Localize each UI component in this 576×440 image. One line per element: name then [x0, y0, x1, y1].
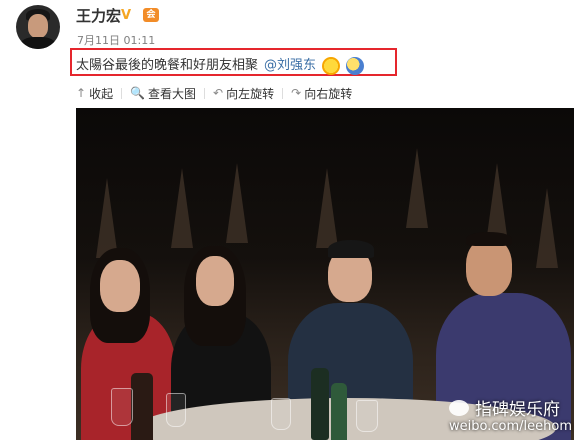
- rotate-right-icon: ↷: [291, 86, 302, 100]
- avatar-suit: [20, 37, 56, 49]
- divider: [121, 87, 123, 99]
- water-bottle: [311, 368, 329, 440]
- divider: [204, 87, 206, 99]
- collapse-label: 收起: [89, 86, 114, 101]
- rotate-left-label: 向左旋转: [226, 86, 275, 101]
- avatar-face: [28, 14, 48, 38]
- avatar[interactable]: [16, 5, 60, 49]
- sun-emoji-icon: [322, 56, 341, 75]
- view-full-button[interactable]: 🔍 查看大图: [130, 85, 196, 102]
- background-umbrella: [406, 148, 428, 228]
- person-4-face: [466, 238, 512, 296]
- watermark-text: 指碑娱乐府: [475, 400, 560, 420]
- post-photo[interactable]: [76, 108, 574, 440]
- post-body: 太陽谷最後的晚餐和好朋友相聚: [76, 58, 259, 73]
- image-toolbar: ↑ 收起 🔍 查看大图 ↶ 向左旋转 ↷ 向右旋转: [76, 83, 352, 103]
- background-umbrella: [486, 163, 508, 243]
- background-umbrella: [96, 178, 118, 258]
- divider: [282, 87, 284, 99]
- view-full-label: 查看大图: [148, 86, 197, 101]
- magnifier-icon: 🔍: [130, 86, 146, 100]
- rotate-right-label: 向右旋转: [304, 86, 353, 101]
- weibo-credit-url: weibo.com/leehom: [449, 419, 572, 434]
- vip-badge-icon: 会: [143, 8, 159, 22]
- arrow-up-icon: ↑: [76, 86, 87, 100]
- weibo-credit: weibo.com/leehom: [449, 419, 572, 434]
- post-text: 太陽谷最後的晚餐和好朋友相聚 @刘强东: [76, 54, 365, 75]
- rotate-left-icon: ↶: [213, 86, 224, 100]
- wine-glass: [111, 388, 133, 426]
- background-umbrella: [171, 168, 193, 248]
- username[interactable]: 王力宏: [76, 5, 121, 26]
- collapse-button[interactable]: ↑ 收起: [76, 85, 113, 102]
- wine-glass: [166, 393, 186, 427]
- person-4-hair: [466, 232, 512, 246]
- person-2-face: [196, 256, 234, 306]
- wine-bottle: [131, 373, 153, 440]
- wechat-watermark: 指碑娱乐府: [449, 395, 560, 420]
- rotate-right-button[interactable]: ↷ 向右旋转: [291, 85, 352, 102]
- person-1-face: [100, 260, 140, 312]
- person-3-cap: [328, 240, 374, 258]
- background-umbrella: [316, 168, 338, 248]
- mention-link[interactable]: @刘强东: [264, 58, 316, 73]
- post-timestamp[interactable]: 7月11日 01:11: [77, 32, 155, 48]
- green-bottle: [331, 383, 347, 440]
- wechat-icon: [449, 399, 469, 416]
- spin-emoji-icon: [346, 56, 365, 75]
- verified-icon: V: [121, 8, 132, 23]
- wine-glass: [271, 398, 291, 430]
- background-umbrella: [536, 188, 558, 268]
- rotate-left-button[interactable]: ↶ 向左旋转: [213, 85, 274, 102]
- background-umbrella: [226, 163, 248, 243]
- water-glass: [356, 400, 378, 432]
